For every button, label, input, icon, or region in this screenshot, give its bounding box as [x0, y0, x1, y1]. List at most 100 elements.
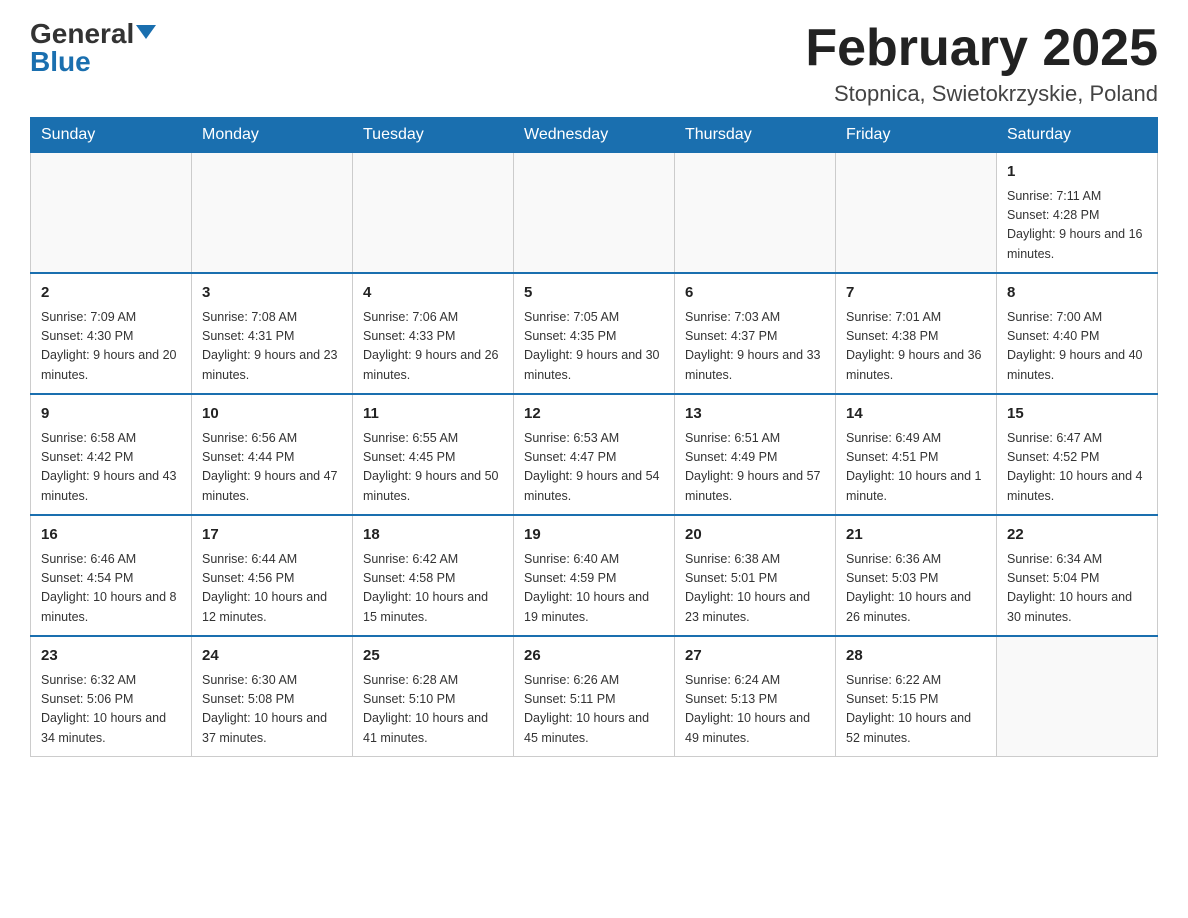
day-number: 18	[363, 524, 503, 547]
calendar-cell	[675, 153, 836, 274]
calendar-cell: 19 Sunrise: 6:40 AMSunset: 4:59 PMDayligh…	[514, 515, 675, 636]
calendar-table: Sunday Monday Tuesday Wednesday Thursday…	[30, 117, 1158, 757]
calendar-cell: 14Sunrise: 6:49 AMSunset: 4:51 PMDayligh…	[836, 394, 997, 515]
day-number: 28	[846, 645, 986, 668]
calendar-cell: 20 Sunrise: 6:38 AMSunset: 5:01 PMDayligh…	[675, 515, 836, 636]
day-number: 6	[685, 282, 825, 305]
day-info: Sunrise: 6:22 AMSunset: 5:15 PMDaylight:…	[846, 671, 986, 749]
day-number: 15	[1007, 403, 1147, 426]
title-block: February 2025 Stopnica, Swietokrzyskie, …	[805, 20, 1158, 107]
day-info: Sunrise: 7:08 AMSunset: 4:31 PMDaylight:…	[202, 308, 342, 386]
day-info: Sunrise: 6:32 AMSunset: 5:06 PMDaylight:…	[41, 671, 181, 749]
col-saturday: Saturday	[997, 118, 1158, 153]
calendar-cell: 17Sunrise: 6:44 AMSunset: 4:56 PMDayligh…	[192, 515, 353, 636]
day-info: Sunrise: 6:40 AMSunset: 4:59 PMDaylight:…	[524, 550, 664, 628]
calendar-cell: 13 Sunrise: 6:51 AMSunset: 4:49 PMDayligh…	[675, 394, 836, 515]
day-number: 5	[524, 282, 664, 305]
day-info: Sunrise: 7:09 AMSunset: 4:30 PMDaylight:…	[41, 308, 181, 386]
logo-blue-text: Blue	[30, 48, 91, 76]
day-info: Sunrise: 6:34 AMSunset: 5:04 PMDaylight:…	[1007, 550, 1147, 628]
day-number: 20	[685, 524, 825, 547]
calendar-cell: 10 Sunrise: 6:56 AMSunset: 4:44 PMDayligh…	[192, 394, 353, 515]
col-tuesday: Tuesday	[353, 118, 514, 153]
calendar-cell: 23 Sunrise: 6:32 AMSunset: 5:06 PMDayligh…	[31, 636, 192, 757]
calendar-cell: 15Sunrise: 6:47 AMSunset: 4:52 PMDayligh…	[997, 394, 1158, 515]
calendar-cell: 1Sunrise: 7:11 AMSunset: 4:28 PMDaylight…	[997, 153, 1158, 274]
calendar-cell: 12 Sunrise: 6:53 AMSunset: 4:47 PMDayligh…	[514, 394, 675, 515]
day-info: Sunrise: 6:38 AMSunset: 5:01 PMDaylight:…	[685, 550, 825, 628]
day-info: Sunrise: 6:24 AMSunset: 5:13 PMDaylight:…	[685, 671, 825, 749]
calendar-cell: 22 Sunrise: 6:34 AMSunset: 5:04 PMDayligh…	[997, 515, 1158, 636]
day-number: 11	[363, 403, 503, 426]
day-number: 8	[1007, 282, 1147, 305]
calendar-cell	[192, 153, 353, 274]
day-number: 23	[41, 645, 181, 668]
calendar-cell: 7 Sunrise: 7:01 AMSunset: 4:38 PMDaylight…	[836, 273, 997, 394]
day-info: Sunrise: 7:05 AMSunset: 4:35 PMDaylight:…	[524, 308, 664, 386]
day-info: Sunrise: 6:30 AMSunset: 5:08 PMDaylight:…	[202, 671, 342, 749]
calendar-cell: 11 Sunrise: 6:55 AMSunset: 4:45 PMDayligh…	[353, 394, 514, 515]
day-number: 4	[363, 282, 503, 305]
calendar-cell: 4Sunrise: 7:06 AMSunset: 4:33 PMDaylight…	[353, 273, 514, 394]
calendar-cell	[836, 153, 997, 274]
logo-triangle-icon	[136, 25, 156, 39]
day-info: Sunrise: 7:00 AMSunset: 4:40 PMDaylight:…	[1007, 308, 1147, 386]
calendar-header-row: Sunday Monday Tuesday Wednesday Thursday…	[31, 118, 1158, 153]
month-title: February 2025	[805, 20, 1158, 77]
col-thursday: Thursday	[675, 118, 836, 153]
col-friday: Friday	[836, 118, 997, 153]
day-number: 2	[41, 282, 181, 305]
day-info: Sunrise: 6:36 AMSunset: 5:03 PMDaylight:…	[846, 550, 986, 628]
day-info: Sunrise: 6:42 AMSunset: 4:58 PMDaylight:…	[363, 550, 503, 628]
calendar-cell: 16 Sunrise: 6:46 AMSunset: 4:54 PMDayligh…	[31, 515, 192, 636]
day-number: 24	[202, 645, 342, 668]
logo: General Blue	[30, 20, 156, 76]
calendar-cell: 2 Sunrise: 7:09 AMSunset: 4:30 PMDaylight…	[31, 273, 192, 394]
calendar-week-row: 16 Sunrise: 6:46 AMSunset: 4:54 PMDayligh…	[31, 515, 1158, 636]
calendar-cell: 9 Sunrise: 6:58 AMSunset: 4:42 PMDaylight…	[31, 394, 192, 515]
calendar-week-row: 1Sunrise: 7:11 AMSunset: 4:28 PMDaylight…	[31, 153, 1158, 274]
calendar-week-row: 9 Sunrise: 6:58 AMSunset: 4:42 PMDaylight…	[31, 394, 1158, 515]
location-text: Stopnica, Swietokrzyskie, Poland	[805, 81, 1158, 107]
calendar-cell	[31, 153, 192, 274]
day-number: 16	[41, 524, 181, 547]
day-info: Sunrise: 7:01 AMSunset: 4:38 PMDaylight:…	[846, 308, 986, 386]
day-number: 26	[524, 645, 664, 668]
day-number: 10	[202, 403, 342, 426]
day-number: 19	[524, 524, 664, 547]
calendar-cell: 27Sunrise: 6:24 AMSunset: 5:13 PMDayligh…	[675, 636, 836, 757]
logo-general-text: General	[30, 20, 134, 48]
calendar-cell: 24 Sunrise: 6:30 AMSunset: 5:08 PMDayligh…	[192, 636, 353, 757]
calendar-week-row: 2 Sunrise: 7:09 AMSunset: 4:30 PMDaylight…	[31, 273, 1158, 394]
col-sunday: Sunday	[31, 118, 192, 153]
calendar-cell: 28 Sunrise: 6:22 AMSunset: 5:15 PMDayligh…	[836, 636, 997, 757]
day-info: Sunrise: 6:28 AMSunset: 5:10 PMDaylight:…	[363, 671, 503, 749]
calendar-cell: 26 Sunrise: 6:26 AMSunset: 5:11 PMDayligh…	[514, 636, 675, 757]
day-info: Sunrise: 6:49 AMSunset: 4:51 PMDaylight:…	[846, 429, 986, 507]
day-number: 22	[1007, 524, 1147, 547]
calendar-cell: 21 Sunrise: 6:36 AMSunset: 5:03 PMDayligh…	[836, 515, 997, 636]
day-info: Sunrise: 6:56 AMSunset: 4:44 PMDaylight:…	[202, 429, 342, 507]
day-info: Sunrise: 6:44 AMSunset: 4:56 PMDaylight:…	[202, 550, 342, 628]
day-info: Sunrise: 6:58 AMSunset: 4:42 PMDaylight:…	[41, 429, 181, 507]
calendar-cell: 3Sunrise: 7:08 AMSunset: 4:31 PMDaylight…	[192, 273, 353, 394]
day-info: Sunrise: 6:46 AMSunset: 4:54 PMDaylight:…	[41, 550, 181, 628]
calendar-cell: 5 Sunrise: 7:05 AMSunset: 4:35 PMDaylight…	[514, 273, 675, 394]
day-info: Sunrise: 6:51 AMSunset: 4:49 PMDaylight:…	[685, 429, 825, 507]
day-number: 21	[846, 524, 986, 547]
col-wednesday: Wednesday	[514, 118, 675, 153]
calendar-cell	[353, 153, 514, 274]
calendar-week-row: 23 Sunrise: 6:32 AMSunset: 5:06 PMDayligh…	[31, 636, 1158, 757]
day-number: 12	[524, 403, 664, 426]
day-number: 9	[41, 403, 181, 426]
calendar-cell: 6Sunrise: 7:03 AMSunset: 4:37 PMDaylight…	[675, 273, 836, 394]
day-info: Sunrise: 7:11 AMSunset: 4:28 PMDaylight:…	[1007, 187, 1147, 265]
col-monday: Monday	[192, 118, 353, 153]
day-number: 25	[363, 645, 503, 668]
day-number: 7	[846, 282, 986, 305]
day-info: Sunrise: 6:55 AMSunset: 4:45 PMDaylight:…	[363, 429, 503, 507]
day-number: 13	[685, 403, 825, 426]
day-info: Sunrise: 6:53 AMSunset: 4:47 PMDaylight:…	[524, 429, 664, 507]
calendar-cell	[514, 153, 675, 274]
day-info: Sunrise: 6:26 AMSunset: 5:11 PMDaylight:…	[524, 671, 664, 749]
